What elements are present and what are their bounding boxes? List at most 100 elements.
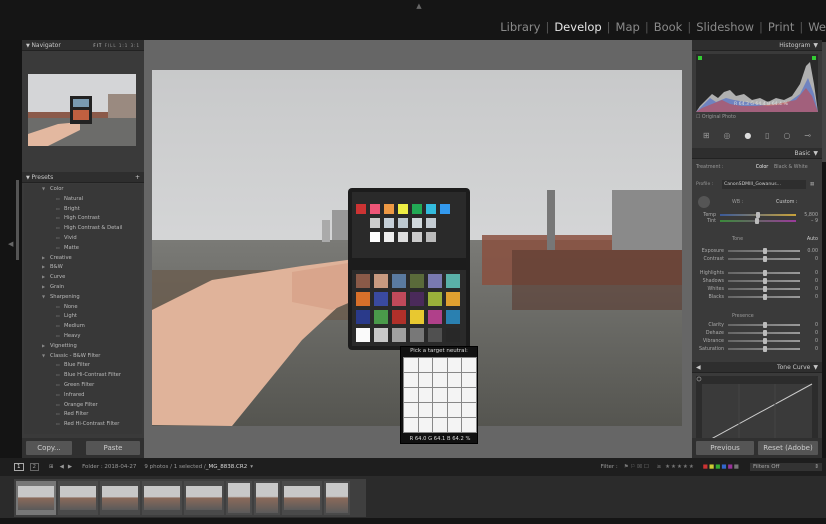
- preset-item[interactable]: ▭ Light: [24, 311, 142, 321]
- module-develop[interactable]: Develop: [549, 20, 606, 34]
- filmstrip-thumbnail[interactable]: [226, 481, 252, 515]
- main-window-button[interactable]: 1: [14, 463, 24, 471]
- histogram-title: Histogram: [779, 42, 811, 49]
- add-preset-button[interactable]: +: [135, 172, 140, 182]
- adjustment-brush-icon[interactable]: ⊸: [804, 131, 811, 140]
- filmstrip-thumbnail[interactable]: [184, 481, 224, 515]
- shadows-slider[interactable]: Shadows 0: [696, 278, 818, 284]
- filmstrip-thumbnail[interactable]: [142, 481, 182, 515]
- module-slideshow[interactable]: Slideshow: [691, 20, 759, 34]
- whites-slider[interactable]: Whites 0: [696, 286, 818, 292]
- preset-item[interactable]: ▭ None: [24, 302, 142, 312]
- second-window-button[interactable]: 2: [29, 463, 39, 471]
- preset-item[interactable]: ▭ High Contrast & Detail: [24, 223, 142, 233]
- navigator-preview[interactable]: [28, 74, 136, 146]
- clarity-slider[interactable]: Clarity 0: [696, 322, 818, 328]
- filmstrip-thumbnail[interactable]: [324, 481, 350, 515]
- preset-item[interactable]: ▭ Blue Hi-Contrast Filter: [24, 370, 142, 380]
- preset-item[interactable]: ▭ Vivid: [24, 233, 142, 243]
- left-scrollbar[interactable]: [16, 180, 19, 260]
- tone-curve-header[interactable]: ◀ Tone Curve ▼: [692, 362, 822, 373]
- preset-group[interactable]: ▼ Sharpening: [24, 292, 142, 302]
- reset-button[interactable]: Reset (Adobe): [758, 441, 818, 455]
- preset-group[interactable]: ▶ Curve: [24, 272, 142, 282]
- preset-item[interactable]: ▭ Orange Filter: [24, 400, 142, 410]
- tone-curve-graph[interactable]: [696, 376, 818, 438]
- preset-item[interactable]: ▭ Infrared: [24, 390, 142, 400]
- filmstrip-scroll[interactable]: [0, 518, 826, 524]
- filename-menu-icon[interactable]: ▾: [250, 464, 253, 470]
- profile-select[interactable]: CanonSDMIII_Gowanus...: [722, 179, 806, 189]
- preset-item[interactable]: ▭ Blue Filter: [24, 360, 142, 370]
- navigator-zoom-options[interactable]: FIT FILL 1:1 3:1: [93, 40, 140, 50]
- copy-button[interactable]: Copy...: [26, 441, 72, 455]
- highlights-slider[interactable]: Highlights 0: [696, 270, 818, 276]
- treatment-bw-button[interactable]: Black & White: [774, 165, 808, 170]
- preset-group[interactable]: ▼ Color: [24, 184, 142, 194]
- left-panel-toggle-icon[interactable]: ◀: [8, 240, 13, 248]
- preset-item[interactable]: ▭ Medium: [24, 321, 142, 331]
- spot-removal-icon[interactable]: ◎: [723, 131, 730, 140]
- navigator-header[interactable]: Navigator FIT FILL 1:1 3:1: [22, 40, 144, 51]
- preset-item[interactable]: ▭ Red Hi-Contrast Filter: [24, 419, 142, 429]
- crop-tool-icon[interactable]: ⊞: [703, 131, 710, 140]
- module-map[interactable]: Map: [611, 20, 645, 34]
- dehaze-slider[interactable]: Dehaze 0: [696, 330, 818, 336]
- module-web[interactable]: We: [803, 20, 826, 34]
- panel-toggle-top-icon[interactable]: ▲: [406, 2, 432, 12]
- wb-select[interactable]: Custom :: [776, 200, 798, 205]
- preset-group[interactable]: ▶ Vignetting: [24, 341, 142, 351]
- profile-browser-icon[interactable]: ▦: [806, 182, 818, 187]
- filmstrip-thumbnail[interactable]: [16, 481, 56, 515]
- wb-eyedropper-icon[interactable]: [698, 196, 710, 208]
- radial-filter-icon[interactable]: ○: [783, 131, 790, 140]
- histogram-graph[interactable]: R 64.3 G 64.4 B 64.4 %: [696, 54, 818, 112]
- preset-group[interactable]: ▼ Classic - B&W Filter: [24, 351, 142, 361]
- auto-tone-button[interactable]: Auto: [807, 237, 818, 242]
- loupe-cell: [447, 388, 462, 402]
- color-label-filter[interactable]: ■■■■■■: [703, 464, 740, 470]
- back-arrow-icon[interactable]: ◀: [60, 464, 64, 470]
- preset-label: Blue Hi-Contrast Filter: [64, 372, 122, 379]
- paste-button[interactable]: Paste: [86, 441, 140, 455]
- filmstrip-thumbnail[interactable]: [254, 481, 280, 515]
- original-photo-checkbox[interactable]: ☐ Original Photo: [696, 115, 736, 120]
- preset-item[interactable]: ▭ Bright: [24, 204, 142, 214]
- saturation-slider[interactable]: Saturation 0: [696, 346, 818, 352]
- folder-source[interactable]: Folder : 2018-04-27: [82, 464, 136, 470]
- filmstrip-thumbnail[interactable]: [58, 481, 98, 515]
- vibrance-slider[interactable]: Vibrance 0: [696, 338, 818, 344]
- grid-view-icon[interactable]: ⊞: [49, 464, 54, 470]
- preset-item[interactable]: ▭ Red Filter: [24, 409, 142, 419]
- preset-item[interactable]: ▭ Green Filter: [24, 380, 142, 390]
- module-library[interactable]: Library: [495, 20, 545, 34]
- filmstrip-thumbnail[interactable]: [282, 481, 322, 515]
- preset-group[interactable]: ▶ Creative: [24, 253, 142, 263]
- presets-header[interactable]: Presets +: [22, 172, 144, 183]
- exposure-slider[interactable]: Exposure 0.00: [696, 248, 818, 254]
- blacks-slider[interactable]: Blacks 0: [696, 294, 818, 300]
- basic-header[interactable]: Basic ▼: [692, 148, 822, 159]
- redeye-icon[interactable]: ●: [744, 131, 751, 140]
- filters-off-select[interactable]: Filters Off ⇕: [750, 463, 822, 471]
- histogram-header[interactable]: Histogram ▼: [692, 40, 822, 51]
- forward-arrow-icon[interactable]: ▶: [68, 464, 72, 470]
- tone-curve-collapse-icon[interactable]: ◀: [696, 362, 701, 372]
- module-book[interactable]: Book: [649, 20, 688, 34]
- preset-item[interactable]: ▭ High Contrast: [24, 213, 142, 223]
- preset-item[interactable]: ▭ Heavy: [24, 331, 142, 341]
- preset-group[interactable]: ▶ B&W: [24, 262, 142, 272]
- contrast-slider[interactable]: Contrast 0: [696, 256, 818, 262]
- preset-item[interactable]: ▭ Natural: [24, 194, 142, 204]
- star-filter-icons[interactable]: ≥ ★★★★★: [657, 464, 695, 470]
- tint-slider[interactable]: Tint – 9: [696, 218, 818, 224]
- treatment-color-button[interactable]: Color: [750, 165, 774, 170]
- filmstrip-thumbnail[interactable]: [100, 481, 140, 515]
- right-scrollbar[interactable]: [822, 42, 826, 162]
- module-print[interactable]: Print: [763, 20, 799, 34]
- preset-group[interactable]: ▶ Grain: [24, 282, 142, 292]
- graduated-filter-icon[interactable]: ▯: [765, 131, 769, 140]
- previous-button[interactable]: Previous: [696, 441, 754, 455]
- flag-filter-icons[interactable]: ⚑ ⚐ ☒ ☐: [624, 464, 649, 470]
- preset-item[interactable]: ▭ Matte: [24, 243, 142, 253]
